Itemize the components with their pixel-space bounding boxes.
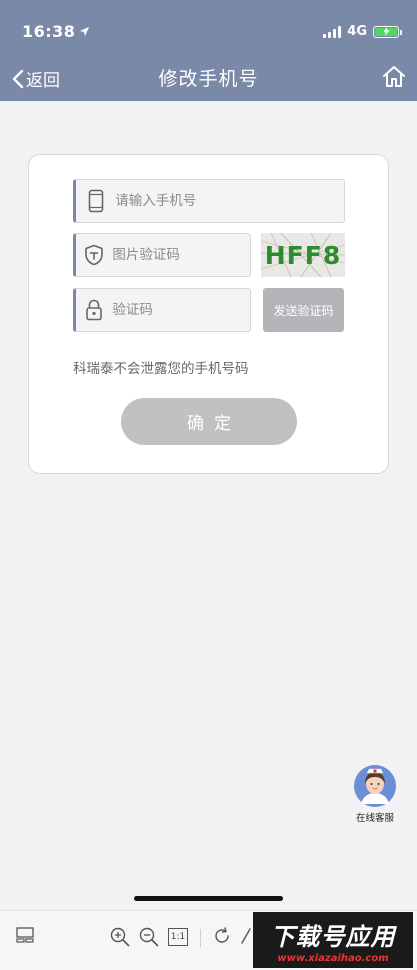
ratio-label: 1:1 bbox=[170, 932, 186, 942]
status-time-text: 16:38 bbox=[22, 22, 76, 41]
shield-icon bbox=[76, 244, 112, 266]
zoom-out-button[interactable] bbox=[139, 927, 159, 947]
service-label: 在线客服 bbox=[355, 813, 394, 824]
captcha-text: HFF8 bbox=[265, 241, 341, 270]
captcha-image[interactable]: HFF8 bbox=[261, 233, 345, 277]
layout-panel-icon bbox=[16, 927, 34, 943]
toolbar-divider bbox=[200, 929, 201, 947]
chevron-left-icon bbox=[12, 69, 24, 88]
rotate-icon bbox=[215, 927, 229, 943]
phone-icon bbox=[76, 189, 115, 213]
lock-icon bbox=[76, 299, 112, 321]
watermark-url: www.xiazaihao.com bbox=[277, 952, 389, 964]
sms-code-field bbox=[73, 288, 251, 332]
actual-size-button[interactable]: 1:1 bbox=[168, 928, 188, 946]
watermark-logo: 下载号应用 www.xiazaihao.com bbox=[253, 912, 413, 968]
send-code-button[interactable]: 发送验证码 bbox=[263, 288, 344, 332]
back-label: 返回 bbox=[26, 71, 60, 91]
location-arrow-icon bbox=[80, 26, 90, 37]
zoom-in-button[interactable] bbox=[110, 927, 130, 947]
captcha-field bbox=[73, 233, 251, 277]
phone-field bbox=[73, 179, 345, 223]
status-indicators: 4G bbox=[323, 24, 402, 39]
home-indicator bbox=[134, 896, 283, 901]
home-icon bbox=[383, 66, 405, 87]
nurse-avatar-icon bbox=[354, 765, 396, 807]
confirm-button[interactable]: 确定 bbox=[121, 398, 297, 445]
back-button[interactable]: 返回 bbox=[12, 66, 60, 91]
layout-toggle-button[interactable] bbox=[16, 927, 34, 943]
sms-code-input[interactable] bbox=[112, 302, 250, 318]
watermark-main-text: 下载号应用 bbox=[270, 922, 396, 951]
phone-input[interactable] bbox=[115, 193, 344, 209]
signal-icon bbox=[323, 25, 342, 38]
home-button[interactable] bbox=[381, 64, 407, 94]
zoom-in-icon bbox=[110, 927, 130, 947]
top-bar: 16:38 4G 返回 修改手机号 bbox=[0, 0, 417, 101]
privacy-note: 科瑞泰不会泄露您的手机号码 bbox=[73, 361, 249, 377]
rotate-button[interactable] bbox=[213, 927, 231, 945]
annotate-button[interactable] bbox=[240, 927, 252, 945]
charging-bolt-icon bbox=[382, 27, 390, 36]
form-card: HFF8 发送验证码 科瑞泰不会泄露您的手机号码 确定 bbox=[28, 154, 389, 474]
online-service-button[interactable]: 在线客服 bbox=[350, 764, 400, 824]
captcha-input[interactable] bbox=[112, 247, 250, 263]
battery-icon bbox=[373, 25, 402, 38]
status-time: 16:38 bbox=[22, 22, 90, 41]
zoom-out-icon bbox=[139, 927, 159, 947]
captcha-noise: HFF8 bbox=[261, 233, 345, 277]
network-type: 4G bbox=[347, 24, 367, 39]
pen-icon bbox=[241, 928, 251, 944]
page-title: 修改手机号 bbox=[158, 68, 259, 90]
